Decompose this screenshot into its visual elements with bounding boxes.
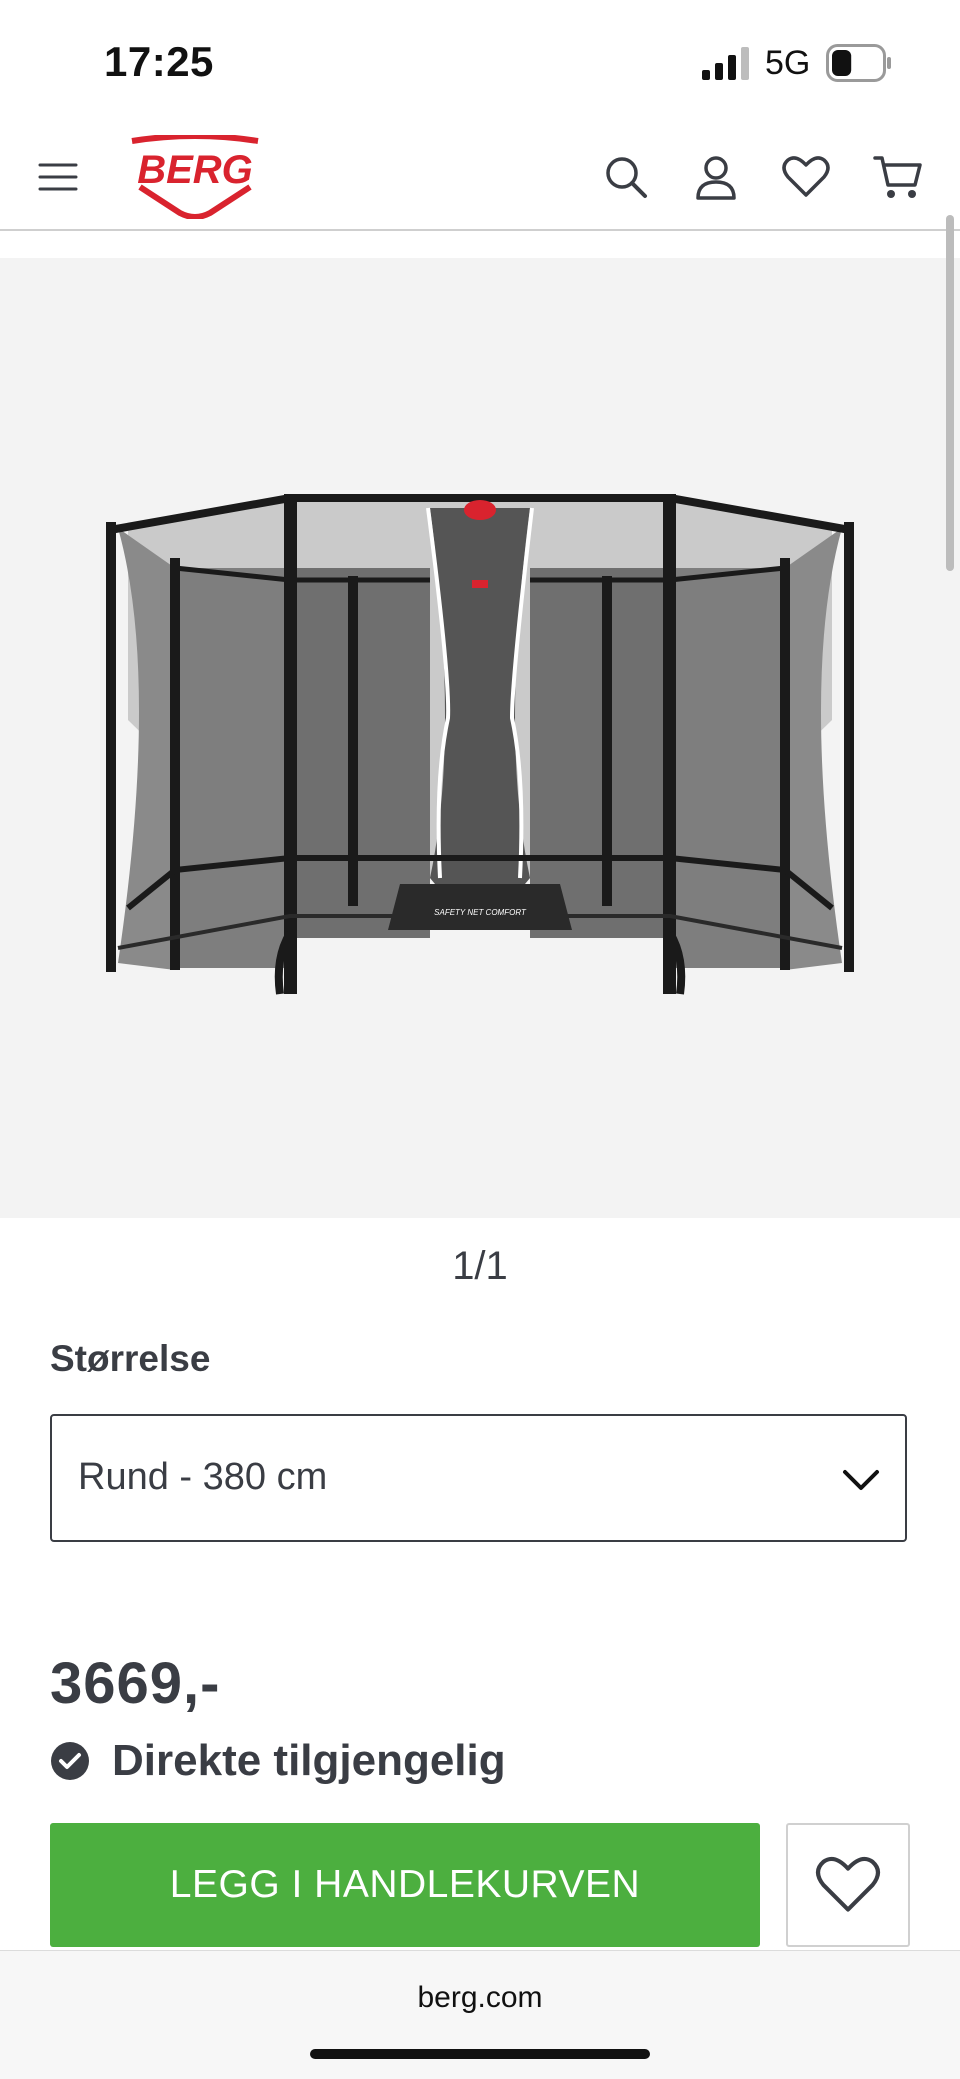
network-label: 5G bbox=[765, 44, 811, 82]
add-to-cart-label: LEGG I HANDLEKURVEN bbox=[169, 1863, 641, 1906]
hamburger-icon[interactable] bbox=[30, 149, 86, 205]
chevron-down-icon bbox=[843, 1470, 879, 1490]
account-icon[interactable] bbox=[688, 149, 744, 205]
availability-status: Direkte tilgjengelig bbox=[50, 1736, 506, 1786]
home-indicator[interactable] bbox=[310, 2049, 650, 2059]
battery-icon bbox=[826, 44, 891, 82]
browser-address-bar[interactable]: berg.com bbox=[0, 1950, 960, 2079]
size-label: Størrelse bbox=[50, 1338, 211, 1379]
product-image: SAFETY NET COMFORT bbox=[106, 494, 854, 995]
site-header: BERG bbox=[0, 125, 960, 231]
cart-icon[interactable] bbox=[870, 149, 926, 205]
availability-text: Direkte tilgjengelig bbox=[112, 1736, 506, 1785]
add-to-cart-button[interactable]: LEGG I HANDLEKURVEN bbox=[50, 1823, 760, 1947]
url-text[interactable]: berg.com bbox=[0, 1981, 960, 2015]
heart-icon[interactable] bbox=[778, 149, 834, 205]
search-icon[interactable] bbox=[598, 149, 654, 205]
add-to-wishlist-button[interactable] bbox=[786, 1823, 910, 1947]
product-price: 3669,- bbox=[50, 1651, 221, 1716]
status-time: 17:25 bbox=[104, 38, 214, 85]
product-image-gallery[interactable]: SAFETY NET COMFORT bbox=[0, 258, 960, 1218]
net-print-text: SAFETY NET COMFORT bbox=[434, 908, 527, 917]
size-select[interactable]: Rund - 380 cm bbox=[50, 1414, 907, 1542]
berg-logo[interactable]: BERG bbox=[118, 135, 272, 219]
check-circle-icon bbox=[51, 1742, 89, 1780]
signal-icon bbox=[702, 47, 749, 80]
logo-text: BERG bbox=[137, 148, 253, 192]
heart-icon bbox=[815, 1856, 881, 1912]
image-counter: 1/1 bbox=[452, 1244, 508, 1288]
size-select-value: Rund - 380 cm bbox=[78, 1456, 328, 1498]
status-bar: 17:25 5G bbox=[0, 0, 960, 125]
scrollbar[interactable] bbox=[946, 215, 954, 571]
